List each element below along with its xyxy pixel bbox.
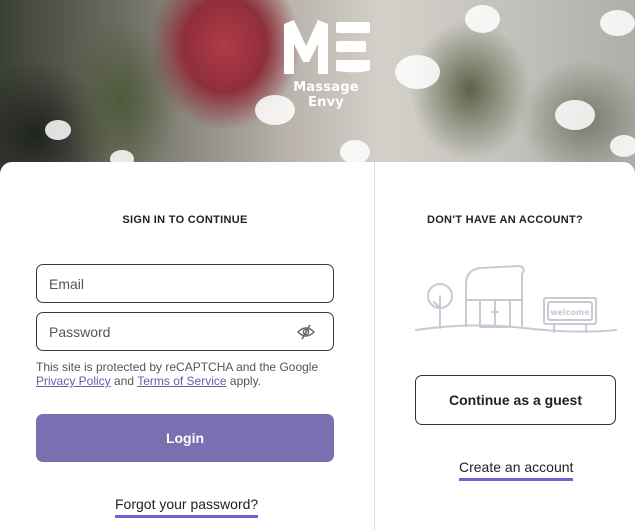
forgot-password-link[interactable]: Forgot your password? [115,496,259,518]
continue-as-guest-button[interactable]: Continue as a guest [415,375,616,425]
brand-logo[interactable]: Massage Envy [276,18,376,110]
storefront-illustration-icon: welcome [415,265,617,333]
brand-name: Massage Envy [293,80,359,110]
auth-card: SIGN IN TO CONTINUE This site is protect… [0,162,635,530]
me-logo-icon [284,20,370,74]
welcome-sign-text: welcome [550,308,590,317]
create-account-link[interactable]: Create an account [459,459,574,481]
terms-of-service-link[interactable]: Terms of Service [137,374,226,388]
recaptcha-suffix: apply. [229,374,262,388]
login-button[interactable]: Login [36,414,334,462]
password-input[interactable] [49,323,321,340]
password-field[interactable] [36,312,334,351]
recaptcha-notice: This site is protected by reCAPTCHA and … [36,360,336,388]
recaptcha-prefix: This site is protected by reCAPTCHA and … [36,360,319,374]
recaptcha-and: and [114,374,135,388]
eye-slash-icon[interactable] [297,324,315,340]
signin-heading: SIGN IN TO CONTINUE [122,214,248,226]
no-account-heading: DON'T HAVE AN ACCOUNT? [426,214,584,226]
email-input[interactable] [49,275,321,292]
privacy-policy-link[interactable]: Privacy Policy [36,374,111,388]
email-field[interactable] [36,264,334,303]
